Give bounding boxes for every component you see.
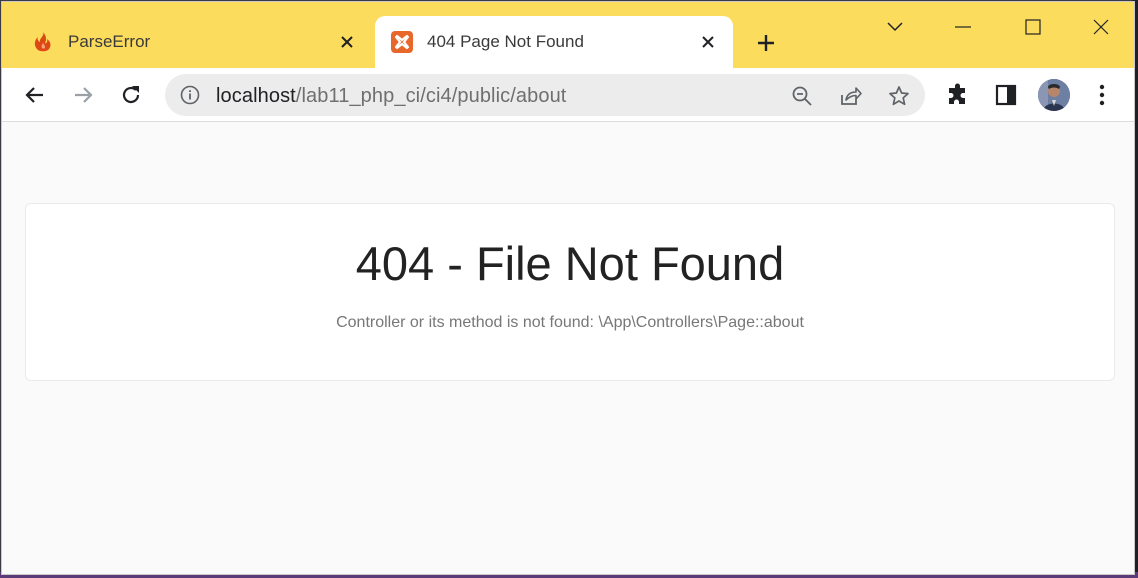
tab-404-page[interactable]: 404 Page Not Found: [375, 16, 733, 68]
url-text[interactable]: localhost/lab11_php_ci/ci4/public/about: [216, 85, 566, 108]
forward-button[interactable]: [65, 77, 101, 113]
reload-button[interactable]: [113, 77, 149, 113]
site-info-icon[interactable]: [179, 84, 201, 106]
codeigniter-flame-icon: [32, 31, 54, 53]
reload-icon: [122, 86, 140, 104]
tab-close-icon[interactable]: [332, 27, 362, 57]
url-path: /lab11_php_ci/ci4/public/about: [295, 85, 567, 107]
xampp-icon: [391, 31, 413, 53]
puzzle-icon: [949, 83, 965, 104]
tab-search-button[interactable]: [878, 10, 912, 44]
share-icon[interactable]: [838, 83, 864, 109]
new-tab-button[interactable]: [750, 27, 782, 59]
browser-toolbar: localhost/lab11_php_ci/ci4/public/about: [2, 68, 1134, 122]
zoom-out-icon[interactable]: [789, 83, 815, 109]
close-icon: [1093, 19, 1109, 35]
error-heading: 404 - File Not Found: [355, 237, 785, 290]
browser-menu-button[interactable]: [1086, 79, 1118, 111]
extensions-button[interactable]: [942, 79, 974, 111]
browser-window: ParseError 404 Page Not Found localhost/…: [1, 1, 1135, 575]
minimize-button[interactable]: [946, 10, 980, 44]
maximize-button[interactable]: [1016, 10, 1050, 44]
error-card: 404 - File Not Found Controller or its m…: [25, 203, 1115, 381]
page-content: 404 - File Not Found Controller or its m…: [2, 123, 1134, 574]
side-panel-button[interactable]: [990, 79, 1022, 111]
url-host: localhost: [216, 85, 296, 107]
avatar: [1038, 79, 1070, 111]
arrow-right-icon: [75, 87, 93, 103]
back-button[interactable]: [17, 77, 53, 113]
address-bar[interactable]: localhost/lab11_php_ci/ci4/public/about: [165, 74, 925, 116]
minimize-icon: [955, 26, 971, 28]
plus-icon: [758, 35, 774, 51]
profile-button[interactable]: [1038, 79, 1070, 111]
tab-close-icon[interactable]: [693, 27, 723, 57]
tab-parse-error[interactable]: ParseError: [16, 16, 372, 68]
chevron-down-icon: [887, 22, 903, 32]
bookmark-star-icon[interactable]: [886, 83, 912, 109]
side-panel-icon: [995, 84, 1017, 106]
tab-strip: ParseError 404 Page Not Found: [2, 2, 1134, 68]
maximize-icon: [1025, 19, 1041, 35]
error-message: Controller or its method is not found: \…: [336, 314, 804, 331]
kebab-menu-icon: [1099, 84, 1105, 106]
tab-title: 404 Page Not Found: [427, 32, 584, 51]
arrow-left-icon: [25, 87, 43, 103]
tab-title: ParseError: [68, 32, 151, 51]
close-window-button[interactable]: [1084, 10, 1118, 44]
